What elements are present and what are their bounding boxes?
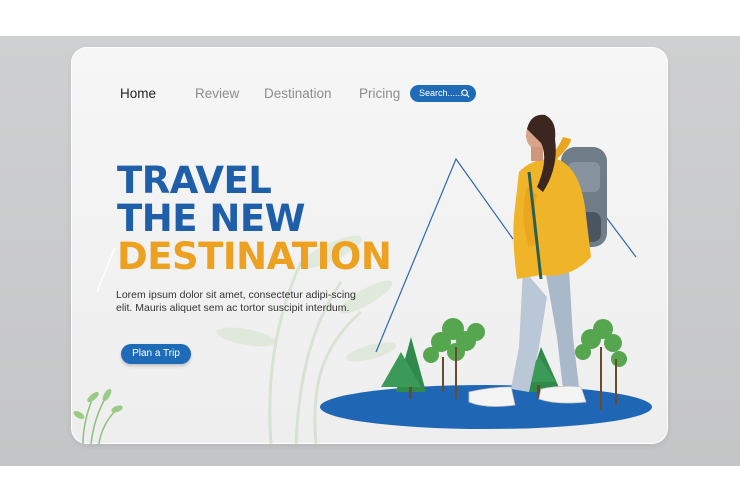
hero-description: Lorem ipsum dolor sit amet, consectetur … (116, 289, 356, 314)
hero-title-line-1: TRAVEL (117, 159, 272, 202)
top-nav: Home Review Destination Pricing Search..… (71, 84, 668, 106)
hero-title-line-3: DESTINATION (117, 235, 392, 278)
hero-title-line-2: THE NEW (117, 197, 305, 240)
hero-title: TRAVEL THE NEW DESTINATION (117, 159, 392, 278)
nav-review[interactable]: Review (195, 86, 239, 101)
sprout-decoration (82, 394, 118, 444)
search-icon[interactable] (461, 89, 470, 98)
search-placeholder: Search...... (419, 88, 463, 98)
nav-destination[interactable]: Destination (264, 86, 332, 101)
landing-page-card: Home Review Destination Pricing Search..… (71, 47, 668, 444)
nav-home[interactable]: Home (120, 86, 156, 101)
search-input[interactable]: Search...... (410, 85, 476, 102)
plan-trip-button[interactable]: Plan a Trip (121, 344, 191, 364)
nav-pricing[interactable]: Pricing (359, 86, 400, 101)
